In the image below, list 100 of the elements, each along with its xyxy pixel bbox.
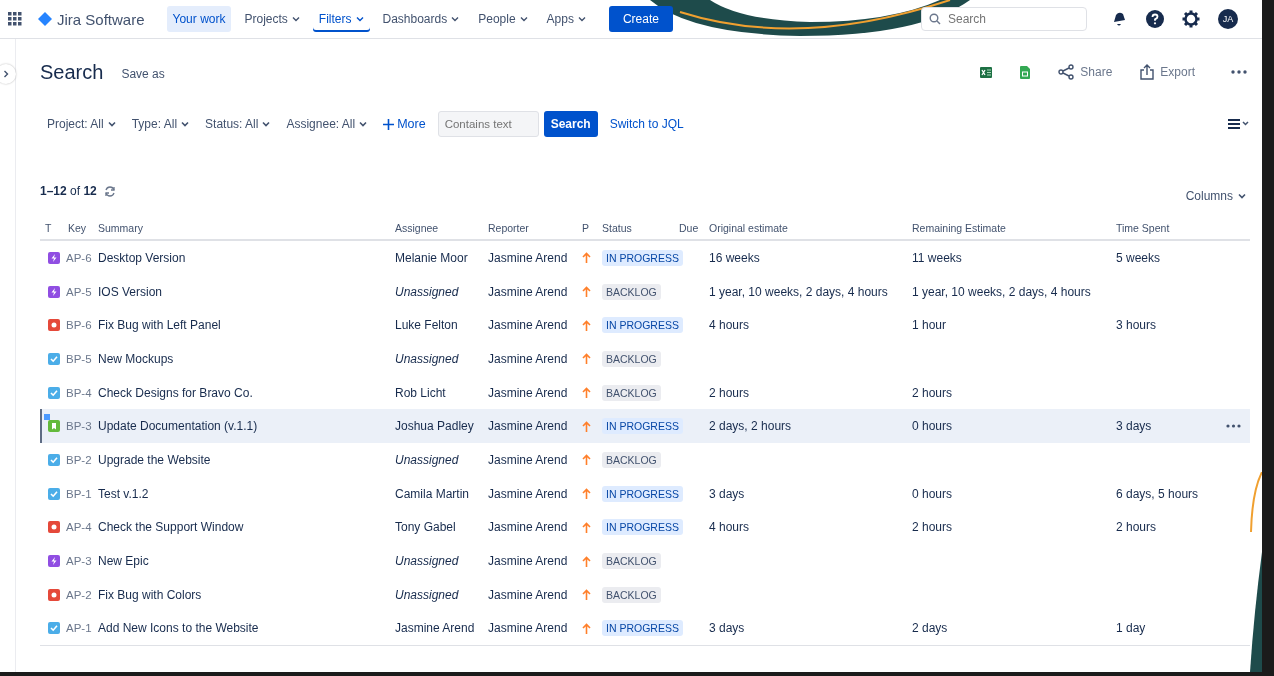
issue-key[interactable]: BP-5 [63, 352, 93, 365]
status-lozenge[interactable]: IN PROGRESS [602, 519, 683, 536]
issue-row[interactable]: AP-5 IOS Version Unassigned Jasmine Arend BACKLOG 1 year, 10 weeks, 2 days, 4 hours 1 year, 10 weeks, 2 days, 4 hours [40, 274, 1250, 309]
issue-summary[interactable]: Desktop Version [93, 250, 390, 265]
original-estimate: 3 days [709, 621, 745, 636]
help-icon[interactable] [1146, 10, 1164, 28]
status-lozenge[interactable]: IN PROGRESS [602, 620, 683, 637]
sheet-document-icon[interactable] [1020, 65, 1031, 79]
issue-row[interactable]: AP-2 Fix Bug with Colors Unassigned Jasmine Arend BACKLOG [40, 577, 1250, 612]
priority-up-arrow-icon [582, 622, 591, 634]
issue-summary[interactable]: Upgrade the Website [93, 452, 390, 467]
issue-key[interactable]: BP-1 [63, 487, 93, 500]
search-field[interactable]: Search [921, 7, 1087, 31]
filter-dropdown[interactable]: Status: All [205, 117, 271, 131]
filter-dropdown[interactable]: Project: All [47, 117, 116, 131]
export-button[interactable]: Export [1140, 64, 1195, 80]
nav-tab[interactable]: Projects [238, 6, 306, 32]
nav-tab[interactable]: Your work [166, 6, 232, 32]
app-grid-icon[interactable] [8, 12, 22, 26]
list-view-menu-icon[interactable] [1228, 119, 1250, 129]
status-lozenge[interactable]: BACKLOG [602, 384, 661, 401]
status-lozenge[interactable]: IN PROGRESS [602, 249, 683, 266]
search-button[interactable]: Search [543, 111, 598, 137]
issue-row[interactable]: BP-5 New Mockups Unassigned Jasmine Arend BACKLOG [40, 342, 1250, 376]
issue-row[interactable]: BP-4 Check Designs for Bravo Co. Rob Licht Jasmine Arend BACKLOG 2 hours 2 hours [40, 375, 1250, 410]
issue-summary[interactable]: Update Documentation (v.1.1) [93, 419, 390, 434]
status-lozenge[interactable]: BACKLOG [602, 350, 661, 367]
remaining-estimate: 2 hours [912, 520, 953, 535]
user-avatar[interactable]: JA [1218, 9, 1238, 29]
issue-summary[interactable]: Add New Icons to the Website [93, 621, 390, 636]
issue-row[interactable]: BP-6 Fix Bug with Left Panel Luke Felton Jasmine Arend IN PROGRESS 4 hours 1 hour 3 hours [40, 308, 1250, 343]
priority-up-arrow-icon [582, 521, 591, 533]
more-options-icon[interactable] [1231, 70, 1247, 74]
issue-summary[interactable]: Fix Bug with Colors [93, 587, 390, 602]
assignee-name: Luke Felton [394, 318, 459, 333]
spreadsheet-icon[interactable] [980, 66, 993, 78]
text-filter-field[interactable]: Contains text [437, 111, 539, 137]
column-header[interactable]: Summary [93, 222, 390, 234]
issue-summary[interactable]: IOS Version [93, 284, 390, 299]
row-actions-icon[interactable] [1226, 424, 1241, 429]
column-header[interactable]: Status [597, 222, 674, 234]
status-lozenge[interactable]: BACKLOG [602, 553, 661, 570]
issue-summary[interactable]: Fix Bug with Left Panel [93, 318, 390, 333]
chevron-down-icon [519, 16, 528, 22]
issue-summary[interactable]: New Mockups [93, 351, 390, 366]
column-header[interactable]: Original estimate [704, 222, 907, 234]
status-lozenge[interactable]: BACKLOG [602, 283, 661, 300]
nav-tab[interactable]: Apps [540, 6, 592, 32]
issue-key[interactable]: AP-4 [63, 521, 93, 534]
issue-key[interactable]: AP-1 [63, 622, 93, 635]
reporter-name: Jasmine Arend [487, 385, 569, 400]
columns-dropdown[interactable]: Columns [1185, 188, 1246, 203]
status-lozenge[interactable]: IN PROGRESS [602, 317, 683, 334]
status-lozenge[interactable]: IN PROGRESS [602, 418, 683, 435]
issue-key[interactable]: AP-5 [63, 285, 93, 298]
issue-summary[interactable]: Test v.1.2 [93, 486, 390, 501]
nav-tab[interactable]: Filters [312, 6, 370, 32]
issue-key[interactable]: BP-2 [63, 453, 93, 466]
status-lozenge[interactable]: BACKLOG [602, 451, 661, 468]
column-header[interactable]: T [40, 222, 63, 234]
settings-icon[interactable] [1182, 10, 1200, 28]
expand-sidebar-button[interactable] [0, 64, 16, 84]
column-header[interactable]: P [577, 222, 597, 234]
filter-dropdown[interactable]: Type: All [131, 117, 190, 131]
refresh-icon[interactable] [103, 185, 116, 197]
issue-summary[interactable]: Check the Support Window [93, 520, 390, 535]
issue-row[interactable]: AP-6 Desktop Version Melanie Moor Jasmine Arend IN PROGRESS 16 weeks 11 weeks 5 weeks [40, 241, 1250, 275]
issue-key[interactable]: BP-3 [63, 420, 93, 433]
remaining-estimate: 2 days [912, 621, 948, 636]
issue-row[interactable]: BP-2 Upgrade the Website Unassigned Jasmine Arend BACKLOG [40, 443, 1250, 477]
issue-row[interactable]: AP-4 Check the Support Window Tony Gabel Jasmine Arend IN PROGRESS 4 hours 2 hours 2 hours [40, 510, 1250, 545]
column-header[interactable]: Key [63, 222, 93, 234]
issue-key[interactable]: AP-6 [63, 251, 93, 264]
issue-key[interactable]: BP-4 [63, 386, 93, 399]
issue-summary[interactable]: Check Designs for Bravo Co. [93, 385, 390, 400]
create-button[interactable]: Create [608, 6, 673, 32]
issue-key[interactable]: AP-3 [63, 555, 93, 568]
issue-row[interactable]: BP-1 Test v.1.2 Camila Martin Jasmine Arend IN PROGRESS 3 days 0 hours 6 days, 5 hours [40, 476, 1250, 511]
filter-dropdown[interactable]: Assignee: All [286, 117, 368, 131]
issue-key[interactable]: BP-6 [63, 319, 93, 332]
status-lozenge[interactable]: BACKLOG [602, 586, 661, 603]
status-lozenge[interactable]: IN PROGRESS [602, 485, 683, 502]
column-header[interactable]: Time Spent [1111, 222, 1209, 234]
column-header[interactable]: Assignee [390, 222, 483, 234]
column-header[interactable]: Due [674, 222, 704, 234]
issue-key[interactable]: AP-2 [63, 588, 93, 601]
switch-to-jql-link[interactable]: Switch to JQL [609, 117, 684, 131]
issue-row[interactable]: BP-3 Update Documentation (v.1.1) Joshua Padley Jasmine Arend IN PROGRESS 2 days, 2 hours 0 hours 3 days [40, 409, 1250, 444]
issue-row[interactable]: AP-3 New Epic Unassigned Jasmine Arend BACKLOG [40, 544, 1250, 578]
save-as-button[interactable]: Save as [121, 67, 165, 81]
issue-summary[interactable]: New Epic [93, 554, 390, 569]
issue-row[interactable]: AP-1 Add New Icons to the Website Jasmine Arend Jasmine Arend IN PROGRESS 3 days 2 days 1 day [40, 611, 1250, 646]
priority-up-arrow-icon [582, 454, 591, 466]
nav-tab[interactable]: Dashboards [376, 6, 466, 32]
nav-tab[interactable]: People [472, 6, 534, 32]
remaining-estimate: 0 hours [912, 486, 953, 501]
column-header[interactable]: Remaining Estimate [907, 222, 1111, 234]
more-filters-button[interactable]: More [383, 117, 426, 131]
column-header[interactable]: Reporter [483, 222, 577, 234]
share-button[interactable]: Share [1058, 64, 1113, 80]
